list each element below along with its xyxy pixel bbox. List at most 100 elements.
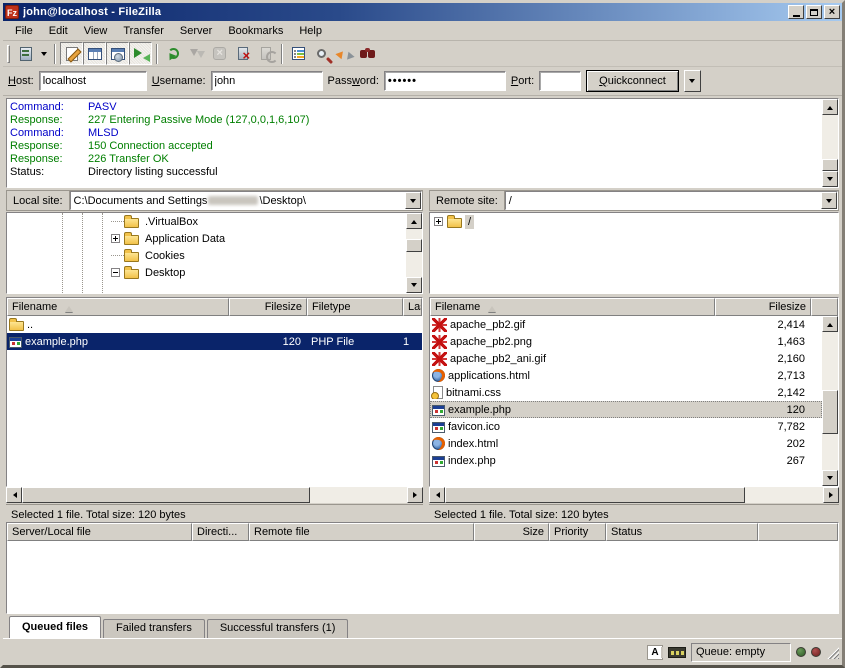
datatype-ascii-icon[interactable]: A xyxy=(647,645,663,660)
remote-list-scrollbar[interactable] xyxy=(822,316,838,486)
file-row[interactable]: index.html202 xyxy=(430,435,822,452)
directory-comparison-button[interactable] xyxy=(310,42,333,65)
find-files-button[interactable] xyxy=(356,42,379,65)
log-line: Command:PASV xyxy=(10,101,818,114)
column-filetype[interactable]: Filetype xyxy=(307,298,403,316)
port-input[interactable] xyxy=(539,71,581,91)
column-last-modified[interactable]: Last modified xyxy=(403,298,422,316)
toolbar-grip[interactable] xyxy=(7,45,10,63)
process-queue-icon xyxy=(189,46,205,62)
local-site-dropdown[interactable] xyxy=(405,192,421,209)
chevron-down-icon xyxy=(689,79,695,86)
resize-grip[interactable] xyxy=(826,646,839,659)
site-manager-button[interactable] xyxy=(14,42,37,65)
log-scrollbar[interactable] xyxy=(822,99,838,187)
scroll-thumb[interactable] xyxy=(406,239,422,252)
column-filesize[interactable]: Filesize xyxy=(715,298,811,316)
scroll-down-button[interactable] xyxy=(822,470,838,486)
scroll-up-button[interactable] xyxy=(406,213,422,229)
menu-help[interactable]: Help xyxy=(291,22,330,40)
synchronized-browsing-button[interactable] xyxy=(333,42,356,65)
file-row[interactable]: index.php267 xyxy=(430,452,822,469)
remote-pane: Remote site: / / Filename xyxy=(429,190,839,520)
scroll-left-button[interactable] xyxy=(6,487,22,503)
quickconnect-dropdown[interactable] xyxy=(684,70,701,92)
local-list-hscrollbar[interactable] xyxy=(6,487,423,503)
speed-limit-icon[interactable] xyxy=(668,647,686,658)
directory-listing-filters-button[interactable] xyxy=(287,42,310,65)
reconnect-button xyxy=(254,42,277,65)
tab-queued-files[interactable]: Queued files xyxy=(9,616,101,638)
password-input[interactable] xyxy=(384,71,506,91)
scroll-up-button[interactable] xyxy=(822,316,838,332)
tree-item-root[interactable]: / xyxy=(430,213,838,230)
file-row[interactable]: apache_pb2_ani.gif2,160 xyxy=(430,350,822,367)
tree-item-desktop[interactable]: Desktop xyxy=(7,264,406,281)
scroll-right-button[interactable] xyxy=(407,487,423,503)
folder-icon xyxy=(124,218,139,228)
tab-failed-transfers[interactable]: Failed transfers xyxy=(103,619,205,638)
refresh-button[interactable] xyxy=(162,42,185,65)
file-row[interactable]: applications.html2,713 xyxy=(430,367,822,384)
column-size[interactable]: Size xyxy=(474,523,549,541)
minimize-button[interactable] xyxy=(788,5,804,19)
file-row-parent-dir[interactable]: .. xyxy=(7,316,422,333)
tree-item-virtualbox[interactable]: .VirtualBox xyxy=(7,213,406,230)
remote-site-dropdown[interactable] xyxy=(821,192,837,209)
menu-view[interactable]: View xyxy=(76,22,116,40)
scroll-thumb[interactable] xyxy=(822,390,838,434)
column-remote-file[interactable]: Remote file xyxy=(249,523,474,541)
toggle-local-tree-button[interactable] xyxy=(83,42,106,65)
menu-server[interactable]: Server xyxy=(172,22,220,40)
menu-transfer[interactable]: Transfer xyxy=(115,22,172,40)
local-list-body: .. example.php 120 PHP File 1 xyxy=(7,316,422,486)
tab-successful-transfers[interactable]: Successful transfers (1) xyxy=(207,619,349,638)
file-row[interactable]: apache_pb2.gif2,414 xyxy=(430,316,822,333)
scroll-down-button[interactable] xyxy=(822,171,838,187)
scroll-down-button[interactable] xyxy=(406,277,422,293)
disconnect-button[interactable] xyxy=(231,42,254,65)
toggle-message-log-button[interactable] xyxy=(60,42,83,65)
file-row[interactable]: apache_pb2.png1,463 xyxy=(430,333,822,350)
toggle-queue-button[interactable] xyxy=(129,42,152,65)
file-row[interactable]: favicon.ico7,782 xyxy=(430,418,822,435)
toggle-remote-tree-button[interactable] xyxy=(106,42,129,65)
scroll-up-button[interactable] xyxy=(822,99,838,115)
column-server-local-file[interactable]: Server/Local file xyxy=(7,523,192,541)
file-row-example-php[interactable]: example.php 120 PHP File 1 xyxy=(7,333,422,350)
close-button[interactable]: × xyxy=(824,5,840,19)
file-row-example-php[interactable]: example.php120 xyxy=(430,401,822,418)
site-manager-dropdown[interactable] xyxy=(37,42,50,65)
arrow-right-icon xyxy=(829,492,836,498)
column-filesize[interactable]: Filesize xyxy=(229,298,307,316)
expand-icon[interactable] xyxy=(434,217,443,226)
file-row[interactable]: bitnami.css2,142 xyxy=(430,384,822,401)
scroll-left-button[interactable] xyxy=(429,487,445,503)
quickconnect-button[interactable]: Quickconnect xyxy=(586,70,679,92)
scroll-thumb[interactable] xyxy=(22,487,310,503)
expand-icon[interactable] xyxy=(111,234,120,243)
local-site-combo[interactable]: C:\Documents and Settings\Desktop\ xyxy=(70,191,422,210)
column-status[interactable]: Status xyxy=(606,523,758,541)
column-priority[interactable]: Priority xyxy=(549,523,606,541)
scroll-track xyxy=(822,434,838,470)
scroll-right-button[interactable] xyxy=(823,487,839,503)
local-tree-scrollbar[interactable] xyxy=(406,213,422,293)
remote-list-hscrollbar[interactable] xyxy=(429,487,839,503)
scroll-thumb[interactable] xyxy=(445,487,745,503)
username-input[interactable] xyxy=(211,71,323,91)
collapse-icon[interactable] xyxy=(111,268,120,277)
column-filename[interactable]: Filename xyxy=(7,298,229,316)
remote-site-combo[interactable]: / xyxy=(505,191,838,210)
scroll-thumb[interactable] xyxy=(822,159,838,171)
menu-bookmarks[interactable]: Bookmarks xyxy=(220,22,291,40)
cancel-icon xyxy=(213,47,226,60)
menu-file[interactable]: File xyxy=(7,22,41,40)
maximize-button[interactable] xyxy=(806,5,822,19)
tree-item-application-data[interactable]: Application Data xyxy=(7,230,406,247)
menu-edit[interactable]: Edit xyxy=(41,22,76,40)
tree-item-cookies[interactable]: Cookies xyxy=(7,247,406,264)
column-filename[interactable]: Filename xyxy=(430,298,715,316)
column-direction[interactable]: Directi... xyxy=(192,523,249,541)
host-input[interactable] xyxy=(39,71,147,91)
